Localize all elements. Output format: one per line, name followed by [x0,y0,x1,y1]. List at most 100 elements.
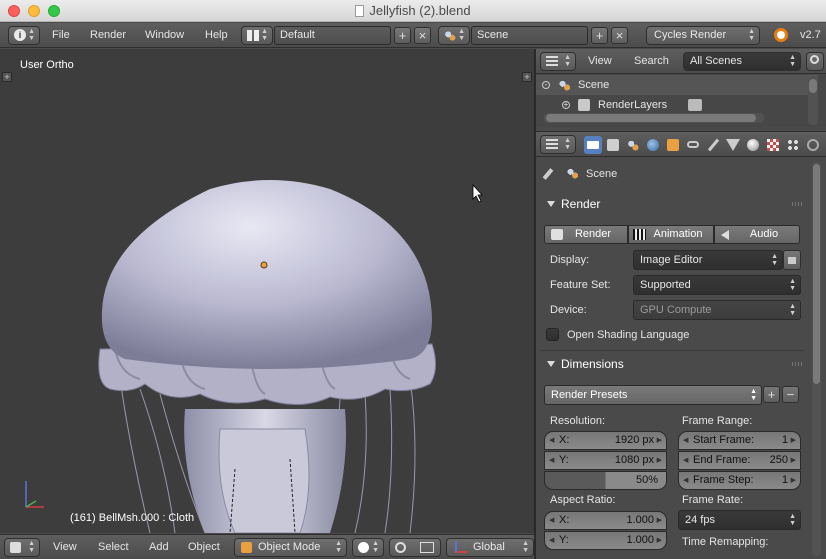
display-value: Image Editor [640,254,703,266]
frame-step-value: 1 [781,474,788,486]
remove-preset-button[interactable]: − [782,386,799,403]
tab-object[interactable] [664,136,682,154]
resolution-y-field[interactable]: ◀ Y: 1080 px ▶ [544,451,667,470]
dimensions-panel-header[interactable]: Dimensions [542,352,806,376]
panel-grip-icon[interactable] [792,362,804,366]
outliner-hscrollbar[interactable] [544,113,764,123]
pivot-manipulator-group[interactable] [389,538,441,557]
menu-select[interactable]: Select [98,539,129,556]
tab-physics[interactable] [804,136,822,154]
info-icon: i [14,29,26,41]
properties-editor[interactable]: Scene Render Render Animation Audio Disp… [536,158,826,559]
outliner-menu-view[interactable]: View [588,53,612,70]
interaction-mode-dropdown[interactable]: Object Mode ▲ ▼ [234,538,347,557]
frame-step-field[interactable]: ◀ Frame Step: 1 ▶ [678,471,801,490]
increment-arrow-icon: ▶ [656,437,662,444]
minimize-window-button[interactable] [28,5,40,17]
editor-type-button-properties[interactable]: ▲ ▼ [540,135,576,154]
delete-scene-button[interactable]: × [611,27,628,44]
search-icon [810,55,819,64]
frame-range-label: Frame Range: [682,415,753,427]
editor-type-button-outliner[interactable]: ▲ ▼ [540,52,576,71]
menu-view[interactable]: View [53,539,77,556]
frame-rate-dropdown[interactable]: 24 fps ▲ ▼ [678,510,801,530]
display-lock-button[interactable] [783,250,801,270]
lock-icon [788,257,796,264]
chevron-updown-icon: ▲ ▼ [335,540,342,554]
panel-grip-icon[interactable] [792,202,804,206]
render-button[interactable]: Render [544,225,628,244]
resolution-x-field[interactable]: ◀ X: 1920 px ▶ [544,431,667,450]
maximize-window-button[interactable] [48,5,60,17]
minus-icon: − [786,387,795,402]
chevron-updown-icon: ▲ ▼ [372,540,379,554]
outliner-scrollbar[interactable] [808,77,818,125]
aspect-y-label: Y: [559,534,569,546]
tab-constraints[interactable] [684,136,702,154]
chain-link-icon [687,141,699,148]
transform-orientation-dropdown[interactable]: Global ▲ ▼ [446,538,534,557]
tab-material[interactable] [744,136,762,154]
chevron-updown-icon: ▲ ▼ [750,388,757,402]
resolution-percentage-slider[interactable]: 50% [544,471,667,490]
menu-file[interactable]: File [52,27,70,44]
menu-help[interactable]: Help [205,27,228,44]
render-presets-dropdown[interactable]: Render Presets ▲ ▼ [544,385,762,405]
editor-type-button[interactable]: i ▲ ▼ [8,26,40,45]
editor-type-button-3d[interactable]: ▲ ▼ [4,538,40,557]
res-percent-value: 50% [635,474,658,486]
outliner-row-renderlayers[interactable]: + RenderLayers [536,95,818,115]
outliner-display-mode-dropdown[interactable]: All Scenes ▲ ▼ [683,52,801,71]
cube-icon [10,542,21,553]
end-frame-field[interactable]: ◀ End Frame: 250 ▶ [678,451,801,470]
tab-particles[interactable] [784,136,802,154]
properties-scrollbar[interactable] [812,162,821,556]
display-dropdown[interactable]: Image Editor ▲ ▼ [633,250,783,270]
close-icon: × [418,28,427,43]
outliner-tree[interactable]: - Scene + RenderLayers [536,75,826,127]
render-panel-header[interactable]: Render [542,192,806,216]
screen-layout-browse[interactable]: ▲ ▼ [241,26,273,45]
menu-add[interactable]: Add [149,539,169,556]
dimensions-panel-title: Dimensions [561,357,624,371]
render-engine-dropdown[interactable]: Cycles Render ▲ ▼ [646,26,760,45]
outliner-search-button[interactable] [806,52,824,71]
properties-breadcrumb: Scene [586,168,618,180]
3d-viewport[interactable]: User Ortho + + (161) BellMsh.000: Cloth [0,49,534,533]
tab-data[interactable] [724,136,742,154]
add-scene-button[interactable]: + [591,27,608,44]
outliner-row-scene[interactable]: - Scene [536,75,818,95]
outliner-icon [546,56,558,67]
audio-button[interactable]: Audio [714,225,800,244]
outliner-menu-search[interactable]: Search [634,53,669,70]
tab-scene[interactable] [624,136,642,154]
menu-object[interactable]: Object [188,539,220,556]
screen-layout-field[interactable]: Default [274,26,391,45]
aspect-y-field[interactable]: ◀ Y: 1.000 ▶ [544,531,667,550]
add-layout-button[interactable]: + [394,27,411,44]
renderlayer-visibility-icon [688,99,702,111]
start-frame-field[interactable]: ◀ Start Frame: 1 ▶ [678,431,801,450]
tab-render-layers[interactable] [604,136,622,154]
menu-window[interactable]: Window [145,27,184,44]
tab-world[interactable] [644,136,662,154]
tab-modifiers[interactable] [704,136,722,154]
render-panel-title: Render [561,197,601,211]
animation-button[interactable]: Animation [628,225,714,244]
device-dropdown[interactable]: GPU Compute ▲ ▼ [633,300,801,320]
scene-field[interactable]: Scene [471,26,588,45]
delete-layout-button[interactable]: × [414,27,431,44]
scene-browse[interactable]: ▲ ▼ [438,26,470,45]
frame-rate-label: Frame Rate: [682,494,744,506]
osl-checkbox[interactable] [546,328,559,341]
add-preset-button[interactable]: + [763,386,780,403]
aspect-x-field[interactable]: ◀ X: 1.000 ▶ [544,511,667,530]
menu-render[interactable]: Render [90,27,126,44]
tab-render[interactable] [584,136,602,154]
display-mode-value: All Scenes [690,55,742,67]
tab-texture[interactable] [764,136,782,154]
feature-set-dropdown[interactable]: Supported ▲ ▼ [633,275,801,295]
chevron-updown-icon: ▲ ▼ [789,513,796,527]
viewport-shading-dropdown[interactable]: ▲ ▼ [352,538,384,557]
close-window-button[interactable] [8,5,20,17]
